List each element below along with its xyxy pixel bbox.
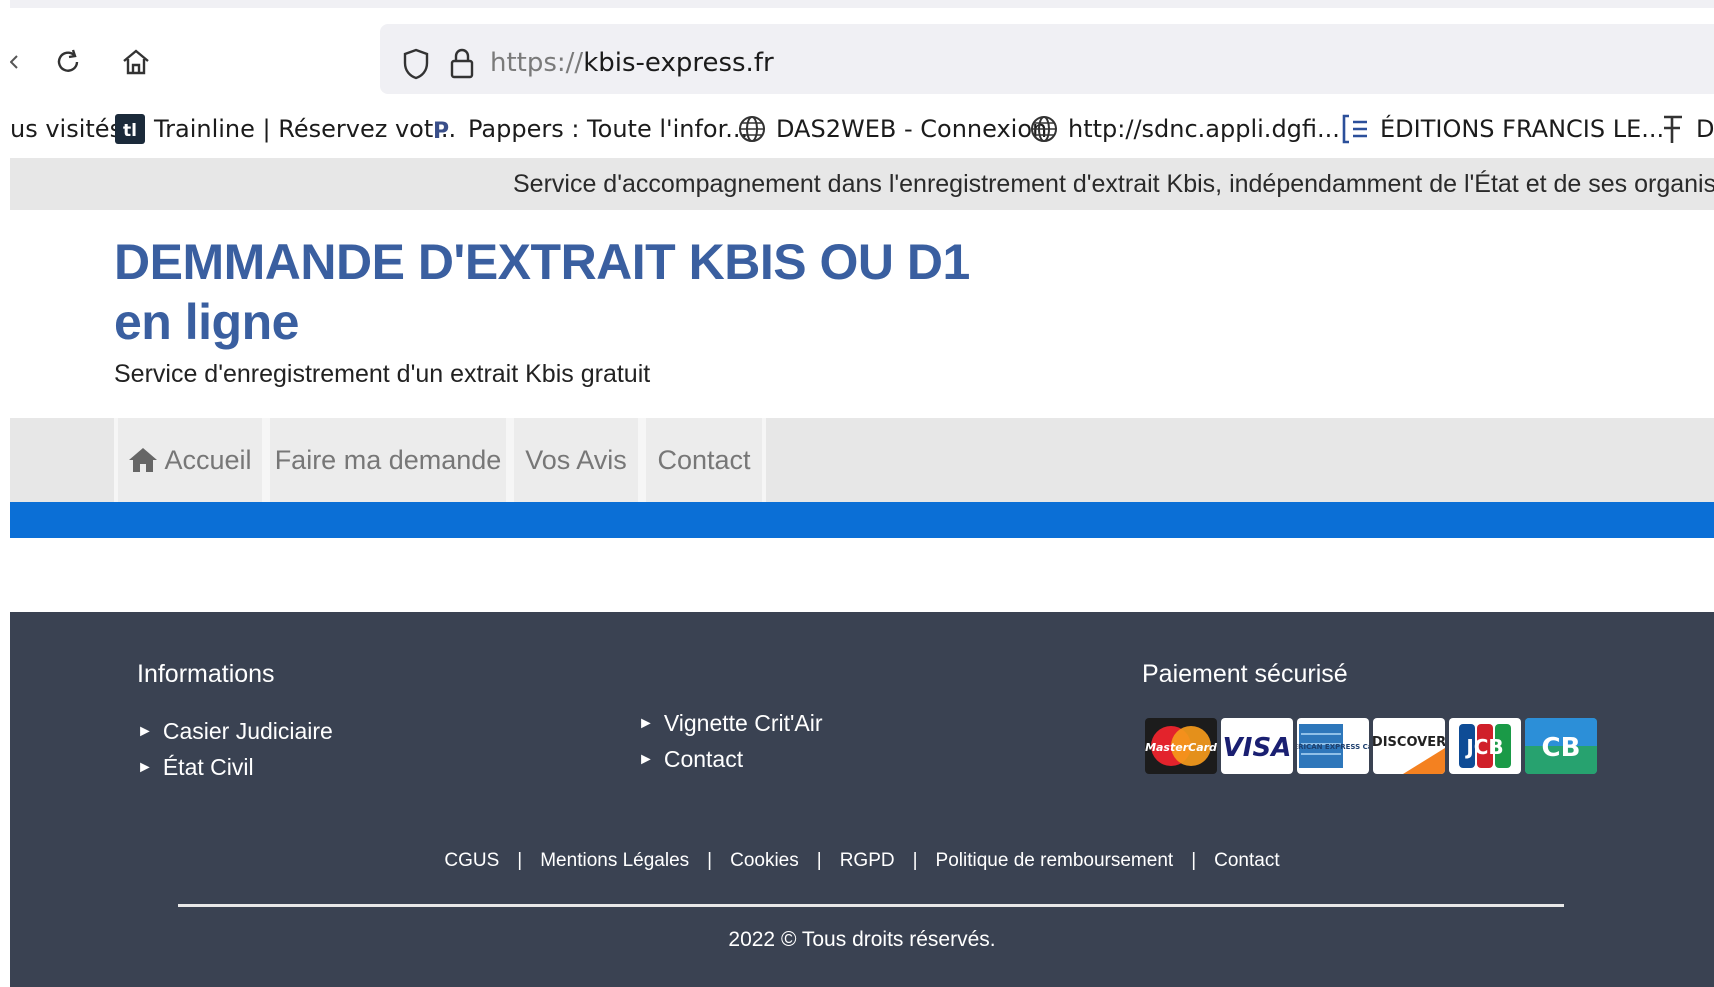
mastercard-icon: MasterCard [1145,718,1217,774]
card-label: AMERICAN EXPRESS Cards [1297,743,1369,751]
bookmark-label: us visités [10,115,123,143]
discover-icon: DISCOVER [1373,718,1445,774]
copyright: 2022 © Tous droits réservés. [728,928,996,951]
bookmark-item[interactable]: us visités [10,112,122,146]
back-icon[interactable] [10,42,18,82]
f-icon [1656,113,1688,145]
legal-separator: | [1191,850,1197,871]
card-label: JCB [1464,735,1503,759]
arrow-right-icon: ► [137,722,153,740]
site-footer: Informations ► Casier Judiciaire ► État … [10,612,1714,987]
nav-item-contact[interactable]: Contact [642,418,766,502]
legal-link-mentions[interactable]: Mentions Légales [540,850,689,871]
legal-link-cookies[interactable]: Cookies [730,850,799,871]
main-nav: Accueil Faire ma demande Vos Avis Contac… [10,418,1714,502]
legal-link-contact[interactable]: Contact [1214,850,1279,871]
bookmark-label: http://sdnc.appli.dgfi... [1068,115,1340,143]
bookmark-label: DAS2WEB - Connexion [776,115,1048,143]
url-text[interactable]: https://kbis-express.fr [490,48,774,78]
legal-link-remboursement[interactable]: Politique de remboursement [936,850,1174,871]
visa-icon: VISA [1221,718,1293,774]
legal-link-cgus[interactable]: CGUS [444,850,499,871]
arrow-right-icon: ► [137,758,153,776]
footer-divider [178,904,1564,907]
footer-link-label: Casier Judiciaire [162,718,333,744]
bookmark-item[interactable]: Di [1656,112,1714,146]
url-host: kbis-express.fr [583,48,774,78]
bookmark-item[interactable]: P Pappers : Toute l'infor... [428,112,748,146]
bookmark-label: Pappers : Toute l'infor... [468,115,749,143]
nav-item-vos-avis[interactable]: Vos Avis [510,418,642,502]
bookmark-label: ÉDITIONS FRANCIS LE... [1380,115,1665,143]
svg-text:tl: tl [123,121,137,141]
bookmarks-bar: us visités tl Trainline | Réservez vot..… [10,100,1714,158]
footer-payment-heading: Paiement sécurisé [1142,660,1348,688]
jcb-icon: JCB [1449,718,1521,774]
nav-item-faire-ma-demande[interactable]: Faire ma demande [266,418,510,502]
browser-toolbar: https://kbis-express.fr [10,0,1714,100]
card-label: CB [1542,733,1581,763]
shield-icon[interactable] [398,46,434,82]
footer-link-contact[interactable]: ► Contact [638,746,743,773]
card-label: VISA [1223,733,1292,763]
bookmark-label: Trainline | Réservez vot... [154,115,457,143]
footer-link-label: Contact [663,746,744,772]
notice-text: Service d'accompagnement dans l'enregist… [513,170,1714,198]
url-scheme: https:// [490,48,584,78]
trainline-icon: tl [114,113,146,145]
bookmark-label: Di [1696,115,1714,143]
footer-link-casier[interactable]: ► Casier Judiciaire [137,718,333,745]
editions-icon [1340,113,1372,145]
home-icon[interactable] [116,42,156,82]
payment-cards: MasterCard VISA AMERICAN EXPRESS Cards D… [1145,718,1597,774]
legal-link-rgpd[interactable]: RGPD [840,850,895,871]
lock-icon[interactable] [444,46,480,82]
globe-icon [1028,113,1060,145]
legal-separator: | [912,850,918,871]
card-label: DISCOVER [1373,735,1445,750]
nav-item-label: Faire ma demande [274,444,502,475]
legal-separator: | [707,850,713,871]
arrow-right-icon: ► [638,750,654,768]
globe-icon [736,113,768,145]
bookmark-item[interactable]: DAS2WEB - Connexion [736,112,1047,146]
card-label: MasterCard [1145,741,1217,754]
nav-item-label: Contact [657,444,751,475]
reload-icon[interactable] [48,42,88,82]
footer-info-heading: Informations [137,660,275,688]
page-title-line2: en ligne [114,294,299,350]
page-title: DEMMANDE D'EXTRAIT KBIS OU D1 en ligne [114,232,970,352]
home-icon [128,447,158,473]
footer-link-label: État Civil [162,754,254,780]
cb-icon: CB [1525,718,1597,774]
browser-window: https://kbis-express.fr us visités tl Tr… [10,0,1714,987]
footer-link-label: Vignette Crit'Air [663,710,823,736]
address-bar[interactable]: https://kbis-express.fr [380,24,1714,94]
footer-link-etat-civil[interactable]: ► État Civil [137,754,254,781]
legal-links: CGUS | Mentions Légales | Cookies | RGPD | Polit… [10,850,1714,872]
pappers-icon: P [428,113,460,145]
svg-text:P: P [433,119,449,144]
amex-icon: AMERICAN EXPRESS Cards [1297,718,1369,774]
legal-separator: | [517,850,523,871]
bookmark-item[interactable]: ÉDITIONS FRANCIS LE... [1340,112,1664,146]
bookmark-item[interactable]: tl Trainline | Réservez vot... [114,112,456,146]
notice-banner: Service d'accompagnement dans l'enregist… [10,158,1714,210]
nav-item-label: Accueil [164,444,252,475]
nav-accent-bar [10,502,1714,538]
legal-separator: | [816,850,822,871]
bookmark-item[interactable]: http://sdnc.appli.dgfi... [1028,112,1340,146]
nav-item-accueil[interactable]: Accueil [114,418,266,502]
arrow-right-icon: ► [638,714,654,732]
footer-link-vignette[interactable]: ► Vignette Crit'Air [638,710,823,737]
page-title-line1: DEMMANDE D'EXTRAIT KBIS OU D1 [114,234,970,290]
page-subtitle: Service d'enregistrement d'un extrait Kb… [114,360,651,388]
nav-item-label: Vos Avis [525,444,627,475]
